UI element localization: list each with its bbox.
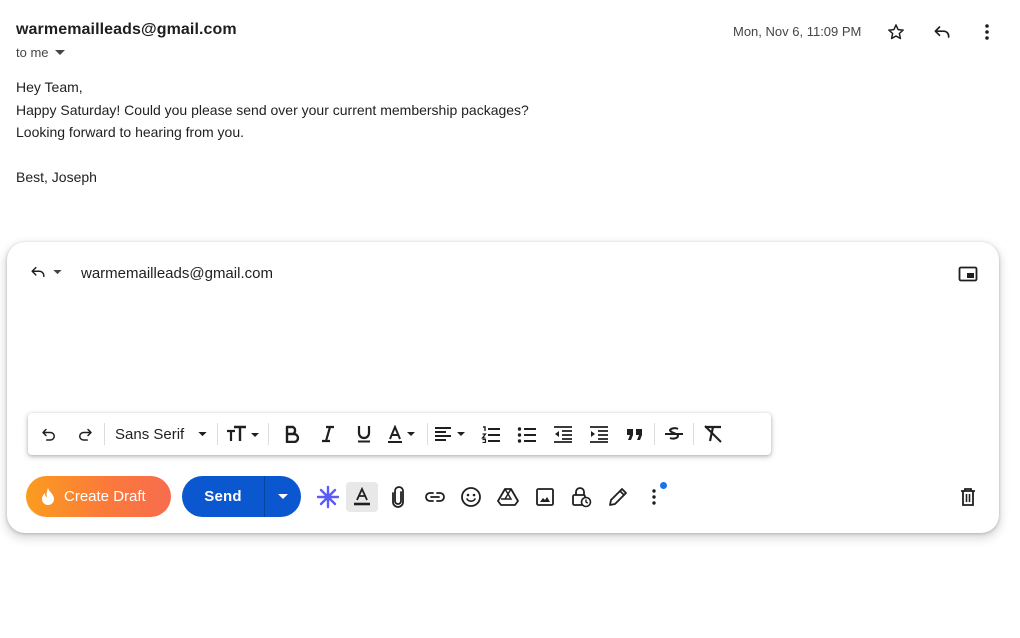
quote-icon xyxy=(625,426,645,442)
insert-drive-file-button[interactable] xyxy=(493,482,523,512)
bold-button[interactable] xyxy=(277,419,307,449)
undo-button[interactable] xyxy=(34,419,64,449)
formatting-icon xyxy=(353,487,371,507)
message-body: Hey Team, Happy Saturday! Could you plea… xyxy=(16,76,529,188)
align-button[interactable] xyxy=(432,419,472,449)
attach-files-button[interactable] xyxy=(383,482,413,512)
star-icon xyxy=(886,22,906,42)
message-timestamp: Mon, Nov 6, 11:09 PM xyxy=(733,24,862,39)
toolbar-divider xyxy=(693,423,695,445)
more-options-icon xyxy=(651,488,657,506)
star-button[interactable] xyxy=(881,18,911,46)
signature-pen-icon xyxy=(608,487,628,507)
flame-icon xyxy=(40,487,56,507)
more-options-button[interactable] xyxy=(972,18,1002,46)
indent-less-button[interactable] xyxy=(548,419,578,449)
more-vert-icon xyxy=(984,23,990,41)
redo-icon xyxy=(76,425,94,443)
quote-button[interactable] xyxy=(620,419,650,449)
clear-format-button[interactable] xyxy=(698,419,728,449)
trash-icon xyxy=(960,487,976,507)
send-options-button[interactable] xyxy=(265,476,301,517)
send-button-group: Send xyxy=(182,476,301,517)
strikethrough-button[interactable] xyxy=(659,419,689,449)
body-line: Looking forward to hearing from you. xyxy=(16,124,245,140)
indent-more-button[interactable] xyxy=(584,419,614,449)
confidential-lock-icon xyxy=(570,486,592,508)
insert-link-button[interactable] xyxy=(420,482,450,512)
link-icon xyxy=(424,490,446,504)
caret-down-icon xyxy=(53,269,62,275)
reply-button[interactable] xyxy=(927,18,957,46)
discard-draft-button[interactable] xyxy=(953,482,983,512)
insert-photo-button[interactable] xyxy=(530,482,560,512)
formatting-toolbar: Sans Serif xyxy=(28,413,771,455)
body-signoff: Best, Joseph xyxy=(16,168,97,185)
insert-signature-button[interactable] xyxy=(603,482,633,512)
indent-less-icon xyxy=(553,425,573,443)
toolbar-divider xyxy=(217,423,219,445)
toolbar-divider xyxy=(104,423,105,445)
body-greeting: Hey Team, xyxy=(16,79,83,95)
underline-button[interactable] xyxy=(349,419,379,449)
create-draft-label: Create Draft xyxy=(64,488,146,505)
ai-sparkle-icon xyxy=(316,485,340,509)
reply-type-dropdown[interactable] xyxy=(29,264,62,280)
bulleted-list-icon xyxy=(517,425,537,443)
text-size-icon xyxy=(226,425,260,443)
clear-format-icon xyxy=(702,424,724,444)
caret-down-icon xyxy=(278,493,288,500)
ai-assist-button[interactable] xyxy=(313,482,343,512)
caret-down-icon xyxy=(54,49,65,56)
formatting-options-button[interactable] xyxy=(346,482,378,512)
popout-icon xyxy=(958,266,978,282)
strikethrough-icon xyxy=(664,425,684,443)
bulleted-list-button[interactable] xyxy=(512,419,542,449)
popout-reply-button[interactable] xyxy=(955,262,981,286)
undo-icon xyxy=(40,425,58,443)
text-color-button[interactable] xyxy=(385,419,423,449)
recipient-details-toggle[interactable]: to me xyxy=(16,45,65,60)
bold-icon xyxy=(284,425,300,443)
drive-icon xyxy=(497,487,519,507)
sender-email: warmemailleads@gmail.com xyxy=(16,21,237,38)
toolbar-divider xyxy=(427,423,429,445)
reply-icon xyxy=(29,264,47,280)
confidential-mode-button[interactable] xyxy=(566,482,596,512)
body-line: Happy Saturday! Could you please send ov… xyxy=(16,101,529,118)
notification-dot xyxy=(660,482,667,489)
numbered-list-button[interactable] xyxy=(476,419,506,449)
caret-down-icon xyxy=(198,431,207,437)
recipient-label: to me xyxy=(16,45,49,60)
numbered-list-icon xyxy=(481,425,501,443)
photo-icon xyxy=(535,487,555,507)
text-color-icon xyxy=(387,425,421,443)
send-button[interactable]: Send xyxy=(182,476,264,517)
align-icon xyxy=(434,425,470,443)
reply-composer: warmemailleads@gmail.com Sans Serif Crea… xyxy=(7,242,999,533)
toolbar-divider xyxy=(654,423,656,445)
attach-icon xyxy=(390,486,406,508)
font-family-value: Sans Serif xyxy=(115,425,185,443)
reply-recipient[interactable]: warmemailleads@gmail.com xyxy=(81,265,273,282)
insert-emoji-button[interactable] xyxy=(456,482,486,512)
reply-icon xyxy=(932,22,952,42)
text-size-button[interactable] xyxy=(222,419,264,449)
italic-button[interactable] xyxy=(313,419,343,449)
italic-icon xyxy=(320,425,336,443)
font-family-select[interactable]: Sans Serif xyxy=(109,419,213,449)
indent-more-icon xyxy=(589,425,609,443)
redo-button[interactable] xyxy=(70,419,100,449)
underline-icon xyxy=(356,425,372,443)
create-draft-button[interactable]: Create Draft xyxy=(26,476,171,517)
toolbar-divider xyxy=(268,423,270,445)
emoji-icon xyxy=(460,486,482,508)
